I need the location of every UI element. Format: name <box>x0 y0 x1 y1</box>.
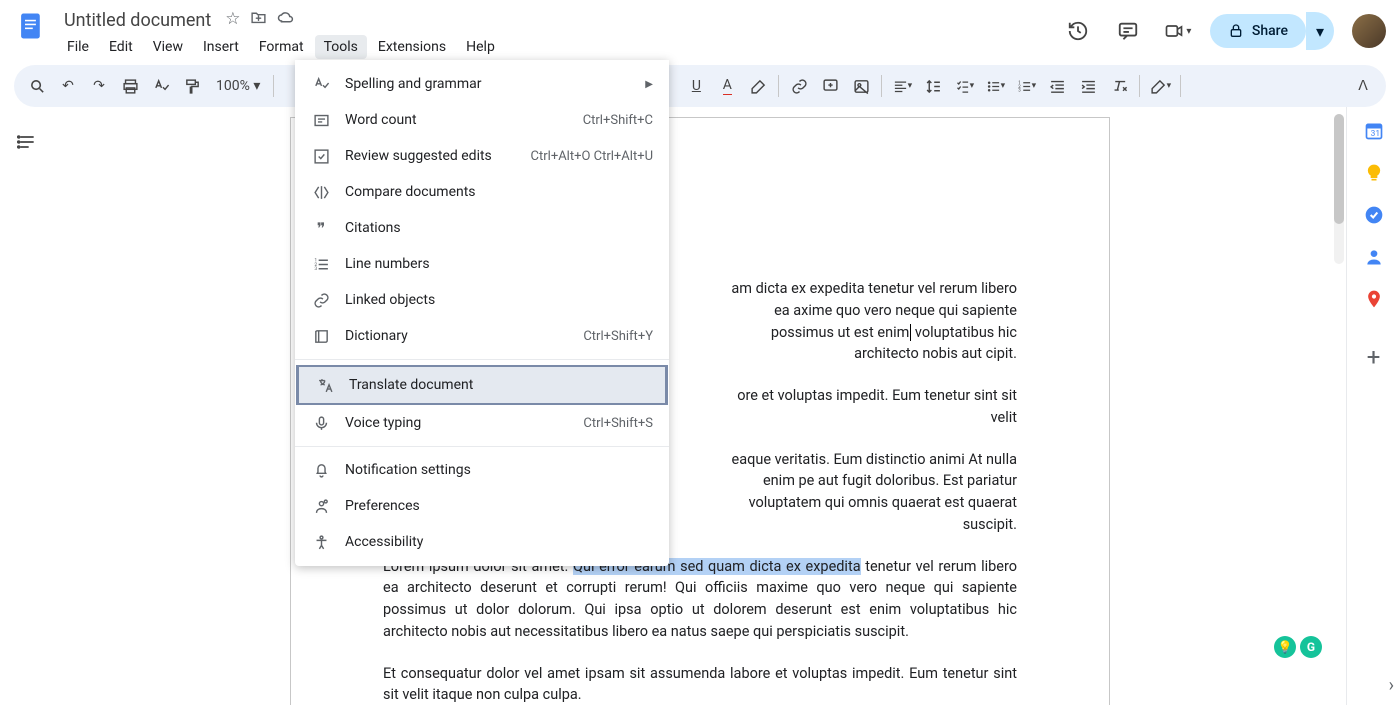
dd-notifications[interactable]: Notification settings <box>295 452 669 488</box>
outline-icon[interactable] <box>10 125 44 159</box>
document-area[interactable]: am dicta ex expedita tenetur vel rerum l… <box>54 107 1346 705</box>
linked-icon <box>311 290 331 310</box>
image-icon[interactable] <box>846 71 876 101</box>
zoom-select[interactable]: 100% ▾ <box>208 78 268 94</box>
right-side-panel: 31 + <box>1346 107 1400 705</box>
accessibility-icon <box>311 532 331 552</box>
svg-text:31: 31 <box>1370 129 1379 139</box>
svg-text:3: 3 <box>1018 88 1021 93</box>
compare-icon <box>311 182 331 202</box>
dd-citations[interactable]: ❞ Citations <box>295 210 669 246</box>
paint-format-icon[interactable] <box>177 71 207 101</box>
expand-panel-icon[interactable]: › <box>1389 675 1394 696</box>
menu-format[interactable]: Format <box>250 35 313 59</box>
docs-app-icon[interactable] <box>14 8 50 44</box>
history-icon[interactable] <box>1060 13 1096 49</box>
wordcount-icon <box>311 110 331 130</box>
left-rail <box>0 107 54 705</box>
dd-compare[interactable]: Compare documents <box>295 174 669 210</box>
account-avatar[interactable] <box>1352 14 1386 48</box>
grammarly-g-icon[interactable]: G <box>1300 636 1322 658</box>
dictionary-icon <box>311 326 331 346</box>
voice-icon <box>311 413 331 433</box>
linenumbers-icon: 123 <box>311 254 331 274</box>
translate-icon <box>315 375 335 395</box>
menubar: File Edit View Insert Format Tools Exten… <box>58 35 1060 59</box>
comments-icon[interactable] <box>1110 13 1146 49</box>
align-icon[interactable]: ▾ <box>887 71 917 101</box>
add-comment-icon[interactable] <box>815 71 845 101</box>
menu-tools[interactable]: Tools <box>315 35 367 59</box>
indent-decrease-icon[interactable] <box>1042 71 1072 101</box>
text-color-icon[interactable]: A <box>712 71 742 101</box>
menu-file[interactable]: File <box>58 35 98 59</box>
keep-app-icon[interactable] <box>1364 163 1384 183</box>
redo-icon[interactable]: ↷ <box>84 71 114 101</box>
menu-insert[interactable]: Insert <box>194 35 248 59</box>
submenu-arrow-icon: ▶ <box>645 79 653 90</box>
header: Untitled document ☆ File Edit View Inser… <box>0 0 1400 59</box>
dd-wordcount[interactable]: Word count Ctrl+Shift+C <box>295 102 669 138</box>
spellcheck-icon <box>311 74 331 94</box>
share-button[interactable]: Share <box>1210 14 1306 48</box>
dd-review[interactable]: Review suggested edits Ctrl+Alt+O Ctrl+A… <box>295 138 669 174</box>
dd-voice[interactable]: Voice typing Ctrl+Shift+S <box>295 405 669 441</box>
menu-help[interactable]: Help <box>457 35 504 59</box>
citations-icon: ❞ <box>311 218 331 238</box>
line-spacing-icon[interactable] <box>918 71 948 101</box>
dd-linenumbers[interactable]: 123 Line numbers <box>295 246 669 282</box>
toolbar: ↶ ↷ 100% ▾ I U A ▾ ▾ ▾ 123▾ ▾ ᐱ <box>14 65 1386 107</box>
bulleted-list-icon[interactable]: ▾ <box>980 71 1010 101</box>
dd-translate[interactable]: Translate document <box>296 365 668 405</box>
checklist-icon[interactable]: ▾ <box>949 71 979 101</box>
tasks-app-icon[interactable] <box>1364 205 1384 225</box>
dd-dictionary[interactable]: Dictionary Ctrl+Shift+Y <box>295 318 669 354</box>
calendar-app-icon[interactable]: 31 <box>1364 121 1384 141</box>
share-dropdown[interactable]: ▾ <box>1306 12 1334 50</box>
dd-spelling[interactable]: Spelling and grammar ▶ <box>295 66 669 102</box>
meet-icon[interactable]: ▾ <box>1160 13 1196 49</box>
svg-text:3: 3 <box>314 266 317 272</box>
print-icon[interactable] <box>115 71 145 101</box>
move-icon[interactable] <box>250 9 267 32</box>
indent-increase-icon[interactable] <box>1073 71 1103 101</box>
spellcheck-icon[interactable] <box>146 71 176 101</box>
search-icon[interactable] <box>22 71 52 101</box>
collapse-toolbar-icon[interactable]: ᐱ <box>1348 71 1378 101</box>
scrollbar[interactable] <box>1334 114 1344 264</box>
doc-title[interactable]: Untitled document <box>58 8 217 33</box>
grammarly-widget[interactable]: 💡 G <box>1274 636 1322 658</box>
menu-edit[interactable]: Edit <box>100 35 142 59</box>
clear-format-icon[interactable] <box>1104 71 1134 101</box>
share-label: Share <box>1252 23 1288 39</box>
dd-preferences[interactable]: Preferences <box>295 488 669 524</box>
cloud-status-icon[interactable] <box>277 9 295 32</box>
review-icon <box>311 146 331 166</box>
title-area: Untitled document ☆ File Edit View Inser… <box>58 8 1060 59</box>
maps-app-icon[interactable] <box>1364 289 1384 309</box>
dd-linked[interactable]: Linked objects <box>295 282 669 318</box>
undo-icon[interactable]: ↶ <box>53 71 83 101</box>
preferences-icon <box>311 496 331 516</box>
contacts-app-icon[interactable] <box>1364 247 1384 267</box>
editing-mode-icon[interactable]: ▾ <box>1145 71 1175 101</box>
highlight-icon[interactable] <box>743 71 773 101</box>
add-addon-icon[interactable]: + <box>1367 343 1381 371</box>
star-icon[interactable]: ☆ <box>225 9 240 32</box>
underline-icon[interactable]: U <box>681 71 711 101</box>
bell-icon <box>311 460 331 480</box>
menu-view[interactable]: View <box>144 35 192 59</box>
menu-extensions[interactable]: Extensions <box>369 35 455 59</box>
link-icon[interactable] <box>784 71 814 101</box>
tools-dropdown: Spelling and grammar ▶ Word count Ctrl+S… <box>295 60 669 566</box>
dd-accessibility[interactable]: Accessibility <box>295 524 669 560</box>
numbered-list-icon[interactable]: 123▾ <box>1011 71 1041 101</box>
grammarly-bulb-icon[interactable]: 💡 <box>1274 636 1296 658</box>
